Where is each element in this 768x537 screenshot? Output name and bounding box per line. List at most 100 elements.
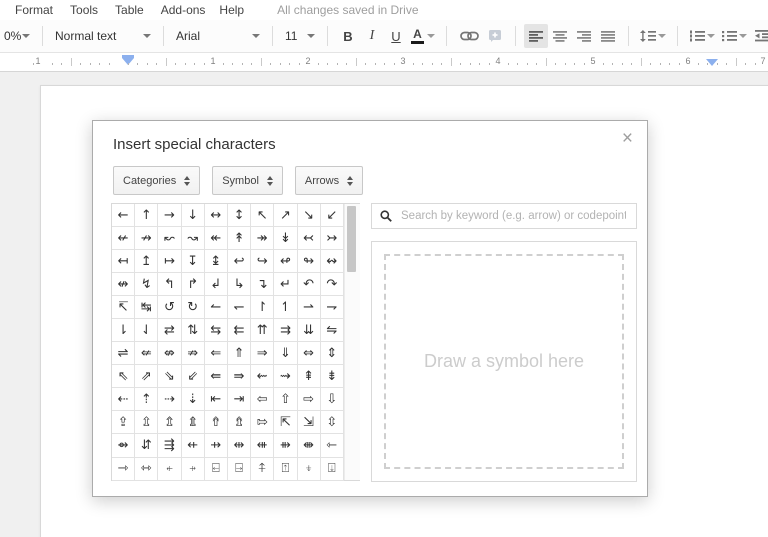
symbol-dropdown[interactable]: Symbol <box>212 166 283 195</box>
symbol-cell[interactable]: ⍗ <box>321 458 344 481</box>
symbol-cell[interactable]: ⇹ <box>228 434 251 457</box>
symbol-cell[interactable]: ⇈ <box>251 319 274 342</box>
symbol-cell[interactable]: ↶ <box>298 273 321 296</box>
symbol-cell[interactable]: ↽ <box>228 296 251 319</box>
symbol-cell[interactable]: ↥ <box>135 250 158 273</box>
symbol-cell[interactable]: ↔ <box>205 204 228 227</box>
symbol-cell[interactable]: ⍖ <box>298 458 321 481</box>
search-input[interactable] <box>399 209 628 223</box>
symbol-cell[interactable]: ↑ <box>135 204 158 227</box>
symbol-cell[interactable]: ↬ <box>298 250 321 273</box>
symbol-cell[interactable]: ⇋ <box>321 319 344 342</box>
draw-symbol-area[interactable]: Draw a symbol here <box>384 254 624 469</box>
menu-item-format[interactable]: Format <box>15 3 53 17</box>
symbol-cell[interactable]: ↖ <box>251 204 274 227</box>
align-center-button[interactable] <box>548 24 572 48</box>
symbol-cell[interactable]: ⇸ <box>205 434 228 457</box>
symbol-cell[interactable]: ⇀ <box>298 296 321 319</box>
symbol-cell[interactable]: ⇮ <box>205 411 228 434</box>
bold-button[interactable]: B <box>336 24 360 48</box>
symbol-cell[interactable]: ↹ <box>135 296 158 319</box>
symbol-cell[interactable]: ⇾ <box>112 458 135 481</box>
symbol-cell[interactable]: ⇻ <box>274 434 297 457</box>
symbol-cell[interactable]: ↮ <box>112 273 135 296</box>
symbol-cell[interactable]: ⇷ <box>182 434 205 457</box>
symbol-cell[interactable]: ⇫ <box>135 411 158 434</box>
symbol-cell[interactable]: ⇍ <box>135 342 158 365</box>
symbol-cell[interactable]: ⇝ <box>274 365 297 388</box>
symbol-cell[interactable]: ⇽ <box>321 434 344 457</box>
symbol-cell[interactable]: ⇦ <box>251 388 274 411</box>
symbol-cell[interactable]: ⇞ <box>298 365 321 388</box>
symbol-cell[interactable]: ↝ <box>182 227 205 250</box>
symbol-cell[interactable]: ⇬ <box>158 411 181 434</box>
scrollbar-thumb[interactable] <box>347 206 356 272</box>
symbol-cell[interactable]: ⇗ <box>135 365 158 388</box>
symbol-cell[interactable]: ⇛ <box>228 365 251 388</box>
insert-comment-button[interactable] <box>483 24 507 48</box>
symbol-cell[interactable]: ⇖ <box>112 365 135 388</box>
symbol-cell[interactable]: ↼ <box>205 296 228 319</box>
symbol-cell[interactable]: ↭ <box>321 250 344 273</box>
symbol-cell[interactable]: ⇕ <box>321 342 344 365</box>
italic-button[interactable]: I <box>360 24 384 48</box>
underline-button[interactable]: U <box>384 24 408 48</box>
align-left-button[interactable] <box>524 24 548 48</box>
symbol-cell[interactable]: ⍐ <box>274 458 297 481</box>
menu-item-help[interactable]: Help <box>219 3 244 17</box>
symbol-cell[interactable]: ↵ <box>274 273 297 296</box>
symbol-cell[interactable]: ⇐ <box>205 342 228 365</box>
symbol-cell[interactable]: ⇣ <box>182 388 205 411</box>
symbol-cell[interactable]: ⇙ <box>182 365 205 388</box>
symbol-cell[interactable]: ↰ <box>158 273 181 296</box>
menu-item-table[interactable]: Table <box>115 3 144 17</box>
insert-link-button[interactable] <box>455 24 483 48</box>
symbol-cell[interactable]: ⇳ <box>321 411 344 434</box>
font-size-select[interactable]: 11 <box>281 24 319 48</box>
symbol-cell[interactable]: ↩ <box>228 250 251 273</box>
symbol-cell[interactable]: ↛ <box>135 227 158 250</box>
symbol-cell[interactable]: ⇢ <box>158 388 181 411</box>
symbol-cell[interactable]: ⇁ <box>321 296 344 319</box>
symbol-cell[interactable]: ↲ <box>205 273 228 296</box>
symbol-cell[interactable]: ⇄ <box>158 319 181 342</box>
symbol-cell[interactable]: ⇊ <box>298 319 321 342</box>
numbered-list-button[interactable] <box>686 24 718 48</box>
symbol-cell[interactable]: ↜ <box>158 227 181 250</box>
symbol-cell[interactable]: ⇘ <box>158 365 181 388</box>
symbol-cell[interactable]: ⇱ <box>274 411 297 434</box>
symbol-cell[interactable]: ↣ <box>321 227 344 250</box>
symbol-cell[interactable]: ⍆ <box>182 458 205 481</box>
symbol-cell[interactable]: ↟ <box>228 227 251 250</box>
symbol-cell[interactable]: ⇡ <box>135 388 158 411</box>
symbol-cell[interactable]: ↪ <box>251 250 274 273</box>
close-icon[interactable]: × <box>622 129 633 148</box>
symbol-cell[interactable]: ⇯ <box>228 411 251 434</box>
symbol-cell[interactable]: ⇲ <box>298 411 321 434</box>
symbol-cell[interactable]: ← <box>112 204 135 227</box>
symbol-cell[interactable]: ⇶ <box>158 434 181 457</box>
menu-item-add-ons[interactable]: Add-ons <box>161 3 206 17</box>
symbol-cell[interactable]: ⇜ <box>251 365 274 388</box>
symbol-cell[interactable]: ↙ <box>321 204 344 227</box>
symbol-cell[interactable]: ⇔ <box>298 342 321 365</box>
symbol-cell[interactable]: ⍅ <box>158 458 181 481</box>
decrease-indent-button[interactable] <box>750 24 768 48</box>
line-spacing-button[interactable] <box>637 24 669 48</box>
symbol-cell[interactable]: ⇼ <box>298 434 321 457</box>
symbol-cell[interactable]: ⇓ <box>274 342 297 365</box>
symbol-cell[interactable]: ↘ <box>298 204 321 227</box>
align-justify-button[interactable] <box>596 24 620 48</box>
symbol-cell[interactable]: ↫ <box>274 250 297 273</box>
symbol-cell[interactable]: ⍇ <box>205 458 228 481</box>
text-color-button[interactable]: A <box>408 24 438 48</box>
menu-item-tools[interactable]: Tools <box>70 3 98 17</box>
symbol-cell[interactable]: ↚ <box>112 227 135 250</box>
symbol-cell[interactable]: ↻ <box>182 296 205 319</box>
symbol-cell[interactable]: ↯ <box>135 273 158 296</box>
symbol-cell[interactable]: ↸ <box>112 296 135 319</box>
arrows-dropdown[interactable]: Arrows <box>295 166 363 195</box>
symbol-cell[interactable]: ⇏ <box>182 342 205 365</box>
symbol-cell[interactable]: ⍈ <box>228 458 251 481</box>
font-family-select[interactable]: Arial <box>172 24 264 48</box>
